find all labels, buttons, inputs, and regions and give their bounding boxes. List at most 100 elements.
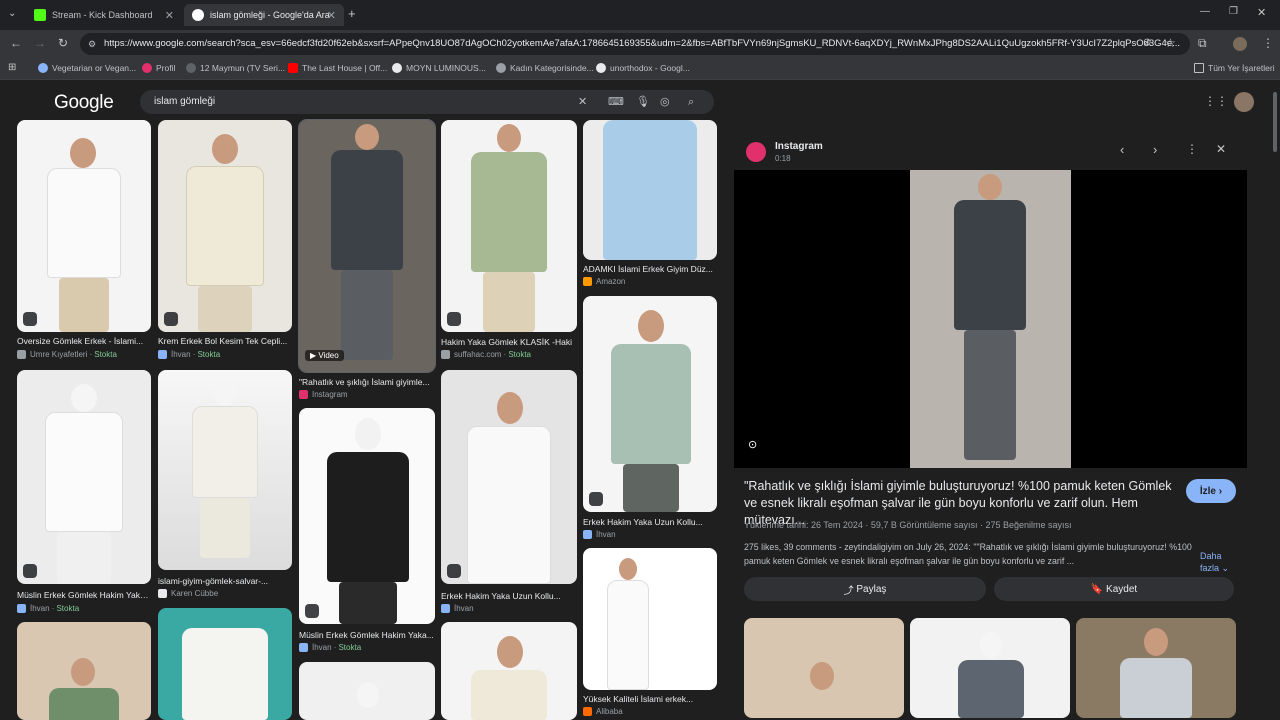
more-link[interactable]: Daha fazla ⌄ xyxy=(1200,550,1240,574)
trousers xyxy=(198,286,252,332)
related-image[interactable] xyxy=(744,618,904,718)
restore-icon[interactable]: ❐ xyxy=(1229,6,1238,17)
bookmark-star-icon[interactable]: ☆ xyxy=(1165,36,1176,50)
bookmark-item[interactable]: unorthodox - Googl... xyxy=(596,63,690,73)
result-image[interactable] xyxy=(299,662,435,720)
source-favicon-icon xyxy=(583,530,592,539)
previous-icon[interactable]: ‹ xyxy=(1120,142,1124,157)
result-source[interactable]: Amazon xyxy=(583,277,625,286)
result-source[interactable]: İhvan xyxy=(441,604,474,613)
minimize-icon[interactable]: — xyxy=(1200,6,1210,17)
result-caption[interactable]: Müslin Erkek Gömlek Hakim Yaka... xyxy=(299,630,435,640)
close-tab-icon[interactable]: ✕ xyxy=(165,9,174,22)
result-image-video-selected[interactable]: ▶ Video xyxy=(298,119,436,373)
keyboard-icon[interactable]: ⌨ xyxy=(608,90,624,114)
result-image[interactable] xyxy=(299,408,435,624)
result-source[interactable]: Instagram xyxy=(299,390,348,399)
more-options-icon[interactable]: ⋮ xyxy=(1186,142,1198,156)
kick-favicon-icon xyxy=(34,9,46,21)
bookmark-item[interactable]: Kadın Kategorisinde... xyxy=(496,63,594,73)
extensions-icon[interactable]: ⧉ xyxy=(1198,36,1207,51)
bookmarks-bar: ⊞ Vegetarian or Vegan... Profil 12 Maymu… xyxy=(0,58,1280,80)
new-tab-icon[interactable]: + xyxy=(348,6,356,21)
video-preview[interactable]: ⊙ xyxy=(734,170,1247,468)
result-caption[interactable]: ADAMKI İslami Erkek Giyim Düz... xyxy=(583,264,717,274)
result-caption[interactable]: Hakim Yaka Gömlek KLASİK -Haki xyxy=(441,337,577,347)
clear-icon[interactable]: ✕ xyxy=(578,90,587,114)
result-image[interactable] xyxy=(441,120,577,332)
search-icon[interactable]: ⌕ xyxy=(688,90,694,114)
result-image[interactable] xyxy=(441,622,577,720)
next-icon[interactable]: › xyxy=(1153,142,1157,157)
result-caption[interactable]: Yüksek Kaliteli İslami erkek... xyxy=(583,694,717,704)
site-info-icon[interactable]: ⚙ xyxy=(88,33,96,55)
result-source[interactable]: İhvan · Stokta xyxy=(299,643,361,652)
lens-search-icon[interactable]: ⊙ xyxy=(748,438,764,454)
eye-off-icon[interactable]: ⊘ xyxy=(1143,37,1151,48)
address-bar[interactable]: ⚙ https://www.google.com/search?sca_esv=… xyxy=(80,33,1190,55)
scrollbar-thumb[interactable] xyxy=(1273,92,1277,152)
result-caption[interactable]: Oversize Gömlek Erkek - İslami... xyxy=(17,336,151,346)
shirt xyxy=(954,200,1026,330)
close-tab-icon[interactable]: ✕ xyxy=(327,9,336,22)
share-button[interactable]: ⤴ Paylaş xyxy=(744,577,986,601)
result-caption[interactable]: Müslin Erkek Gömlek Hakim Yaka... xyxy=(17,590,151,600)
like-count: 275 Beğenilme sayısı xyxy=(985,520,1072,530)
bookmark-item[interactable]: Vegetarian or Vegan... xyxy=(38,63,136,73)
back-icon[interactable]: ← xyxy=(10,36,22,50)
result-caption[interactable]: Erkek Hakim Yaka Uzun Kollu... xyxy=(583,517,717,527)
result-source[interactable]: suffahac.com · Stokta xyxy=(441,350,531,359)
bookmark-label: MOYN LUMINOUS... xyxy=(406,63,486,73)
apps-grid-icon[interactable]: ⊞ xyxy=(8,62,16,73)
page-scrollbar[interactable] xyxy=(1270,80,1280,720)
reload-icon[interactable]: ↻ xyxy=(58,36,68,50)
result-image[interactable] xyxy=(158,608,292,720)
google-apps-icon[interactable]: ⋮⋮ xyxy=(1204,94,1228,108)
result-caption[interactable]: "Rahatlık ve şıklığı İslami giyimle... xyxy=(299,377,435,387)
result-image[interactable] xyxy=(17,120,151,332)
tab-kick[interactable]: Stream - Kick Dashboard ✕ xyxy=(26,4,182,26)
tab-label: islam gömleği - Google'da Ara xyxy=(210,10,330,20)
panel-source[interactable]: Instagram xyxy=(775,141,823,152)
result-caption[interactable]: Krem Erkek Bol Kesim Tek Cepli... xyxy=(158,336,292,346)
shirt xyxy=(471,152,547,272)
bookmark-item[interactable]: The Last House | Off... xyxy=(288,63,387,73)
close-window-icon[interactable]: ✕ xyxy=(1257,6,1266,19)
google-header: Google islam gömleği ✕ ⌨ 🎙 ◎ ⌕ ⋮⋮ xyxy=(0,80,1280,120)
menu-dots-icon[interactable]: ⋮ xyxy=(1262,36,1274,50)
result-image[interactable] xyxy=(158,120,292,332)
tab-google-search[interactable]: islam gömleği - Google'da Ara ✕ xyxy=(184,4,344,26)
mic-icon[interactable]: 🎙 xyxy=(636,90,650,114)
result-source[interactable]: İhvan xyxy=(583,530,616,539)
watch-button[interactable]: İzle › xyxy=(1186,479,1236,503)
bookmark-item[interactable]: Profil xyxy=(142,63,175,73)
lens-icon[interactable]: ◎ xyxy=(660,90,670,114)
result-image[interactable] xyxy=(17,370,151,584)
search-input[interactable]: islam gömleği ✕ ⌨ 🎙 ◎ ⌕ xyxy=(140,90,714,114)
bookmark-item[interactable]: 12 Maymun (TV Seri... xyxy=(186,63,285,73)
related-image[interactable] xyxy=(1076,618,1236,718)
result-image[interactable] xyxy=(441,370,577,584)
result-caption[interactable]: Erkek Hakim Yaka Uzun Kollu... xyxy=(441,591,577,601)
result-caption[interactable]: islami-giyim-gömlek-salvar-... xyxy=(158,576,292,586)
google-logo[interactable]: Google xyxy=(54,92,114,114)
result-source[interactable]: Karen Cübbe xyxy=(158,589,218,598)
tab-search-icon[interactable]: ⌄ xyxy=(8,8,16,19)
result-source[interactable]: İhvan · Stokta xyxy=(158,350,220,359)
result-source[interactable]: Alibaba xyxy=(583,707,623,716)
profile-avatar[interactable] xyxy=(1233,37,1247,51)
related-image[interactable] xyxy=(910,618,1070,718)
forward-icon[interactable]: → xyxy=(34,36,46,50)
result-source[interactable]: İhvan · Stokta xyxy=(17,604,79,613)
result-source[interactable]: Umre Kıyafetleri · Stokta xyxy=(17,350,117,359)
all-bookmarks[interactable]: Tüm Yer İşaretleri xyxy=(1194,63,1275,73)
result-image[interactable] xyxy=(583,296,717,512)
account-avatar[interactable] xyxy=(1234,92,1254,112)
bookmark-item[interactable]: MOYN LUMINOUS... xyxy=(392,63,486,73)
result-image[interactable] xyxy=(583,120,717,260)
result-image[interactable] xyxy=(583,548,717,690)
close-panel-icon[interactable]: ✕ xyxy=(1216,142,1226,156)
result-image[interactable] xyxy=(158,370,292,570)
result-image[interactable] xyxy=(17,622,151,720)
save-button[interactable]: 🔖 Kaydet xyxy=(994,577,1234,601)
